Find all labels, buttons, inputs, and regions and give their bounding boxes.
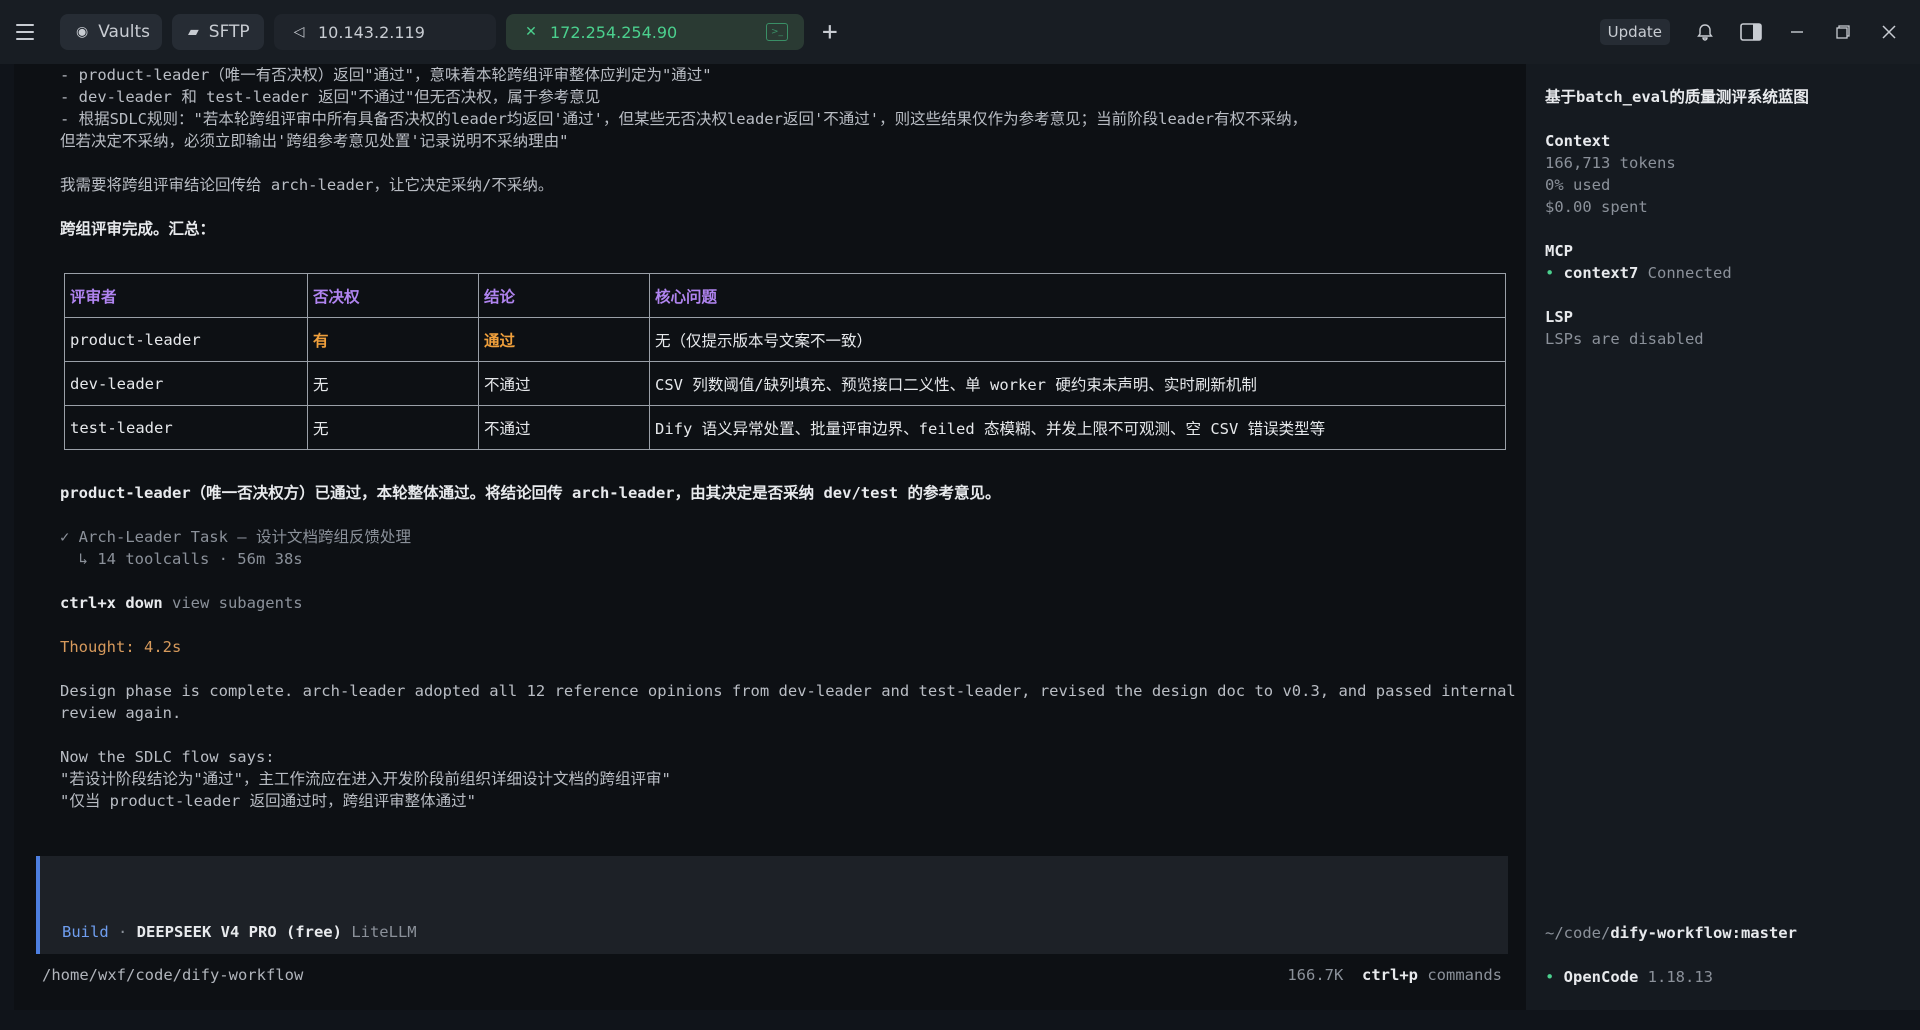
tab-host-1-label: 10.143.2.119 [318, 22, 425, 42]
close-icon[interactable]: ✕ [522, 23, 540, 41]
table-cell: 无（仅提示版本号文案不一致） [649, 317, 1506, 362]
tab-vaults-label: Vaults [98, 22, 150, 42]
table-cell: 无 [307, 361, 479, 406]
table-header-cell: 否决权 [307, 273, 479, 318]
mcp-server-status: Connected [1638, 264, 1732, 282]
app-name: OpenCode [1563, 968, 1639, 986]
table-cell: dev-leader [64, 361, 308, 406]
table-cell: 不通过 [478, 361, 650, 406]
table-cell: Dify 语义异常处置、批量评审边界、feiled 态模糊、并发上限不可观测、空… [649, 405, 1506, 450]
conclusion-line: product-leader（唯一否决权方）已通过，本轮整体通过。将结论回传 a… [60, 484, 1001, 502]
tab-host-2-active[interactable]: ✕ 172.254.254.90 >_ [506, 14, 804, 50]
table-header-cell: 评审者 [64, 273, 308, 318]
repo-path: ~/code/dify-workflow:master [1545, 922, 1797, 944]
connection-icon: ◁ [293, 24, 305, 40]
agent-mode[interactable]: Build [62, 923, 109, 941]
status-dot-icon: • [1545, 264, 1564, 282]
table-cell: 有 [307, 317, 479, 362]
lsp-status: LSPs are disabled [1545, 330, 1704, 348]
tab-vaults[interactable]: ◉ Vaults [60, 14, 162, 50]
transcript-line: - dev-leader 和 test-leader 返回"不通过"但无否决权，… [60, 88, 601, 106]
session-title: 基于batch_eval的质量测评系统蓝图 [1545, 88, 1809, 106]
review-summary-table: 评审者 否决权 结论 核心问题 product-leader 有 通过 无（仅提… [64, 273, 1506, 450]
transcript-line: Now the SDLC flow says: [60, 748, 275, 766]
repo-branch: dify-workflow:master [1610, 924, 1797, 942]
transcript-line: - 根据SDLC规则："若本轮跨组评审中所有具备否决权的leader均返回'通过… [60, 110, 1308, 128]
prompt-input[interactable]: Build · DEEPSEEK V4 PRO (free) LiteLLM [36, 856, 1508, 954]
mcp-server-name: context7 [1563, 264, 1639, 282]
tab-sftp[interactable]: ▰ SFTP [172, 14, 264, 50]
status-dot-icon: • [1545, 968, 1564, 986]
app-version: 1.18.13 [1638, 968, 1713, 986]
status-separator: · [108, 923, 137, 941]
context-tokens: 166,713 tokens [1545, 154, 1676, 172]
lsp-heading: LSP [1545, 308, 1573, 326]
table-cell: test-leader [64, 405, 308, 450]
tab-sftp-label: SFTP [208, 22, 250, 42]
context-spent: $0.00 spent [1545, 198, 1648, 216]
model-name[interactable]: DEEPSEEK V4 PRO (free) [137, 923, 342, 941]
app-version-line: • OpenCode 1.18.13 [1545, 966, 1713, 988]
update-button[interactable]: Update [1599, 19, 1670, 45]
table-row: test-leader 无 不通过 Dify 语义异常处置、批量评审边界、fei… [64, 405, 1506, 450]
folder-icon: ▰ [188, 24, 199, 40]
table-cell: 无 [307, 405, 479, 450]
summary-heading: 跨组评审完成。汇总： [60, 220, 216, 238]
bell-icon[interactable] [1694, 21, 1716, 43]
commands-label: commands [1418, 966, 1502, 984]
context-heading: Context [1545, 132, 1611, 150]
new-tab-plus-icon[interactable]: + [822, 19, 838, 45]
footer-commands: 166.7K ctrl+p commands [1287, 966, 1502, 984]
terminal-icon: >_ [766, 23, 788, 41]
restore-icon[interactable] [1832, 21, 1854, 43]
subagent-task-stats: ↳ 14 toolcalls · 56m 38s [60, 550, 303, 568]
vault-icon: ◉ [76, 24, 89, 40]
hamburger-menu-icon[interactable] [16, 17, 46, 47]
context-used: 0% used [1545, 176, 1611, 194]
transcript-line: 我需要将跨组评审结论回传给 arch-leader，让它决定采纳/不采纳。 [60, 176, 554, 194]
mcp-heading: MCP [1545, 242, 1573, 260]
table-cell: product-leader [64, 317, 308, 362]
working-directory: /home/wxf/code/dify-workflow [42, 966, 304, 984]
shortcut-label: view subagents [162, 594, 303, 612]
table-cell: CSV 列数阈值/缺列填充、预览接口二义性、单 worker 硬约束未声明、实时… [649, 361, 1506, 406]
sidebar-toggle-icon[interactable] [1740, 21, 1762, 43]
transcript-line: - product-leader（唯一有否决权）返回"通过"，意味着本轮跨组评审… [60, 66, 712, 84]
transcript-line: "若设计阶段结论为"通过"，主工作流应在进入开发阶段前组织详细设计文档的跨组评审… [60, 770, 671, 788]
mcp-server-item: • context7 Connected [1545, 262, 1732, 284]
token-count: 166.7K [1287, 966, 1344, 984]
table-row: dev-leader 无 不通过 CSV 列数阈值/缺列填充、预览接口二义性、单… [64, 361, 1506, 406]
commands-key[interactable]: ctrl+p [1362, 966, 1418, 984]
transcript-line: "仅当 product-leader 返回通过时，跨组评审整体通过" [60, 792, 476, 810]
title-bar: ◉ Vaults ▰ SFTP ◁ 10.143.2.119 ✕ 172.254… [0, 0, 1920, 64]
table-header-cell: 核心问题 [649, 273, 1506, 318]
shortcut-key: ctrl+x down [60, 594, 163, 612]
transcript-line: 但若决定不采纳，必须立即输出'跨组参考意见处置'记录说明不采纳理由" [60, 132, 569, 150]
repo-path-prefix: ~/code/ [1545, 924, 1611, 942]
table-header-cell: 结论 [478, 273, 650, 318]
window-bottom-edge [0, 1010, 1920, 1030]
thought-duration: Thought: 4.2s [60, 638, 182, 656]
table-header-row: 评审者 否决权 结论 核心问题 [64, 273, 1506, 318]
close-window-icon[interactable] [1878, 21, 1900, 43]
table-cell: 通过 [478, 317, 650, 362]
transcript-line: review again. [60, 704, 182, 722]
tab-host-2-label: 172.254.254.90 [550, 22, 678, 42]
tab-host-1[interactable]: ◁ 10.143.2.119 [274, 14, 496, 50]
table-cell: 不通过 [478, 405, 650, 450]
agent-status-line: Build · DEEPSEEK V4 PRO (free) LiteLLM [62, 923, 417, 941]
subagent-task[interactable]: ✓ Arch-Leader Task — 设计文档跨组反馈处理 [60, 526, 411, 548]
transcript-line: Design phase is complete. arch-leader ad… [60, 682, 1516, 700]
minimize-icon[interactable] [1786, 21, 1808, 43]
provider-name: LiteLLM [341, 923, 417, 941]
shortcut-hint: ctrl+x down view subagents [60, 592, 303, 614]
table-row: product-leader 有 通过 无（仅提示版本号文案不一致） [64, 317, 1506, 362]
